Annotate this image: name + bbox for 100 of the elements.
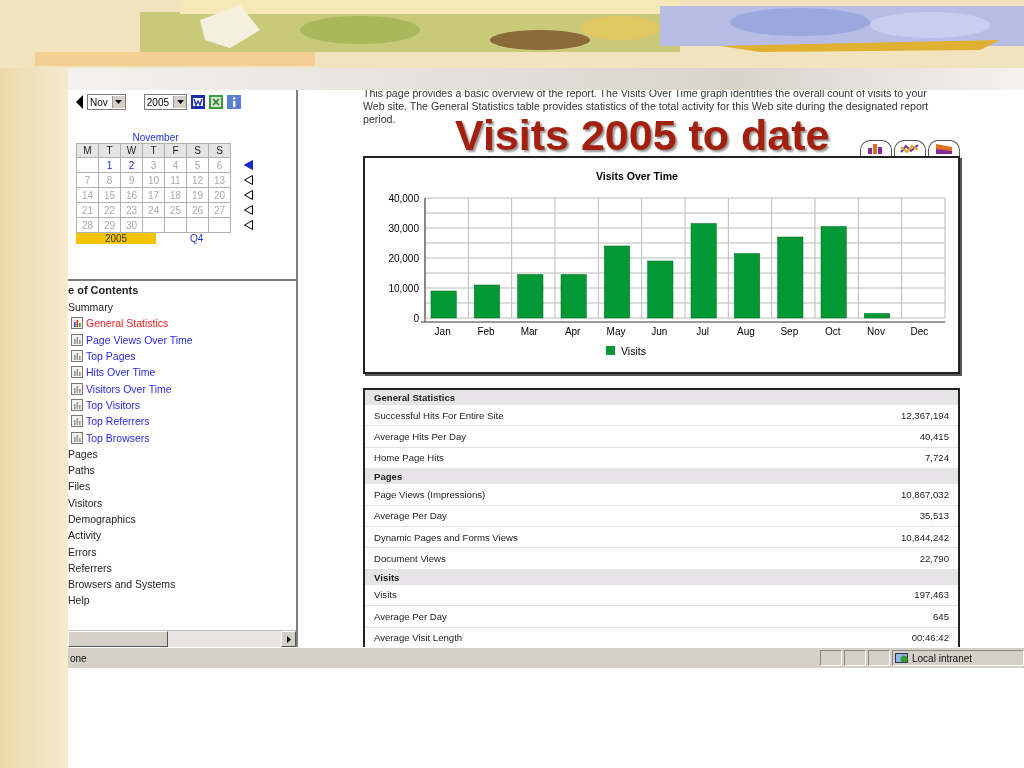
stat-value: 10,867,032 xyxy=(901,488,949,500)
toc-item[interactable]: Activity xyxy=(68,527,296,544)
toc-item[interactable]: Browsers and Systems xyxy=(68,576,296,593)
stat-label: Average Hits Per Day xyxy=(374,431,467,443)
week-select-icon[interactable] xyxy=(244,204,253,215)
x-tick-label: Nov xyxy=(867,326,885,337)
toc-item[interactable]: Referrers xyxy=(68,559,296,577)
report-icon xyxy=(71,350,83,363)
toc-title: e of Contents xyxy=(68,284,140,296)
calendar-day: 27 xyxy=(208,202,231,218)
calendar-day[interactable]: 1 xyxy=(98,157,121,173)
stat-label: Average Per Day xyxy=(374,510,447,522)
bar xyxy=(474,284,500,319)
calendar-day: 5 xyxy=(186,157,209,173)
y-tick-label: 10,000 xyxy=(388,283,419,294)
report-icon xyxy=(71,431,83,444)
calendar-day: 23 xyxy=(120,202,143,218)
toc-link[interactable]: Top Referrers xyxy=(86,415,150,428)
calendar-day: 29 xyxy=(98,217,121,233)
toc-item[interactable]: Visitors xyxy=(68,494,296,511)
stat-label: Average Visit Length xyxy=(374,632,463,644)
report-icon xyxy=(71,398,83,411)
caret-icon xyxy=(115,100,123,104)
x-tick-label: Oct xyxy=(824,326,841,337)
bar xyxy=(560,274,587,319)
toc-item[interactable]: Paths xyxy=(68,461,296,479)
word-icon[interactable] xyxy=(191,95,206,109)
calendar-month: November xyxy=(131,132,180,143)
toc-item[interactable]: Demographics xyxy=(68,510,296,528)
calendar-day: 15 xyxy=(98,187,121,203)
line-chart-icon[interactable] xyxy=(894,140,926,156)
toc-link[interactable]: Top Visitors xyxy=(86,398,141,411)
x-tick-label: Apr xyxy=(564,326,581,337)
calendar-day: 14 xyxy=(76,187,99,203)
stat-label: Average Per Day xyxy=(374,610,447,622)
weekday-header: F xyxy=(164,143,187,158)
scroll-right-button[interactable] xyxy=(281,631,296,647)
week-select-icon[interactable] xyxy=(244,159,253,170)
bar xyxy=(430,290,457,319)
weekday-header: T xyxy=(98,143,121,158)
toc-link[interactable]: Page Views Over Time xyxy=(86,333,193,346)
bar xyxy=(864,313,890,319)
week-select-icon[interactable] xyxy=(244,189,253,200)
toc-link[interactable]: Visitors Over Time xyxy=(86,382,172,395)
info-icon[interactable] xyxy=(227,95,242,109)
report-icon xyxy=(71,415,83,428)
excel-icon[interactable] xyxy=(209,95,224,109)
stat-label: Successful Hits For Entire Site xyxy=(374,409,504,421)
weekday-header: M xyxy=(76,143,99,158)
calendar-day: 18 xyxy=(164,187,187,203)
toc-link[interactable]: Top Pages xyxy=(86,350,136,363)
stat-value: 12,367,194 xyxy=(901,409,949,421)
scrollbar-thumb[interactable] xyxy=(68,631,168,647)
stat-value: 7,724 xyxy=(925,452,949,464)
caret-icon xyxy=(176,100,184,104)
calendar-day: 28 xyxy=(76,217,99,233)
toc-link[interactable]: Hits Over Time xyxy=(86,366,156,379)
report-icon xyxy=(71,317,83,330)
x-tick-label: Jul xyxy=(696,326,710,337)
report-icon xyxy=(71,366,83,379)
calendar-day: 4 xyxy=(164,157,187,173)
x-tick-label: May xyxy=(606,326,626,337)
stat-label: Visits xyxy=(374,589,397,601)
week-select-icon[interactable] xyxy=(244,219,253,230)
bar xyxy=(734,253,760,319)
calendar-day: 3 xyxy=(142,157,165,173)
weekday-header: S xyxy=(208,143,231,158)
stat-value: 22,790 xyxy=(919,553,949,565)
toc-link[interactable]: Top Browsers xyxy=(86,431,150,444)
calendar-day: 26 xyxy=(186,202,209,218)
calendar-day: 30 xyxy=(120,217,143,233)
report-icon xyxy=(71,382,83,395)
globe-icon xyxy=(895,652,909,664)
x-tick-label: Jun xyxy=(651,326,668,337)
calendar-day: 24 xyxy=(142,202,165,218)
calendar-day[interactable]: 2 xyxy=(120,157,143,173)
x-tick-label: Feb xyxy=(477,326,495,337)
year-bar[interactable]: 2005 xyxy=(76,233,156,244)
toc-item[interactable]: Errors xyxy=(68,543,296,560)
toc-item[interactable]: Summary xyxy=(68,299,296,316)
toc-item[interactable]: Files xyxy=(68,478,296,495)
toc-item[interactable]: Help xyxy=(68,592,296,609)
year-select[interactable]: 2005 xyxy=(143,94,188,110)
calendar-day: 19 xyxy=(186,187,209,203)
section-header: General Statistics xyxy=(374,392,456,403)
toc-link[interactable]: General Statistics xyxy=(86,317,169,330)
previous-icon[interactable] xyxy=(76,95,83,109)
quarter-link[interactable]: Q4 xyxy=(190,233,204,244)
toc-item[interactable]: Pages xyxy=(68,445,296,462)
month-select[interactable]: Nov xyxy=(87,94,126,110)
calendar-day: 6 xyxy=(208,157,231,173)
calendar-day: 13 xyxy=(208,172,231,188)
week-select-icon[interactable] xyxy=(244,174,253,185)
calendar-day: 11 xyxy=(164,172,187,188)
calendar-day: 21 xyxy=(76,202,99,218)
calendar-day: 10 xyxy=(142,172,165,188)
area-chart-icon[interactable] xyxy=(928,140,960,156)
x-tick-label: Jan xyxy=(434,326,451,337)
bar-chart-icon[interactable] xyxy=(860,140,892,156)
stat-label: Document Views xyxy=(374,553,446,565)
